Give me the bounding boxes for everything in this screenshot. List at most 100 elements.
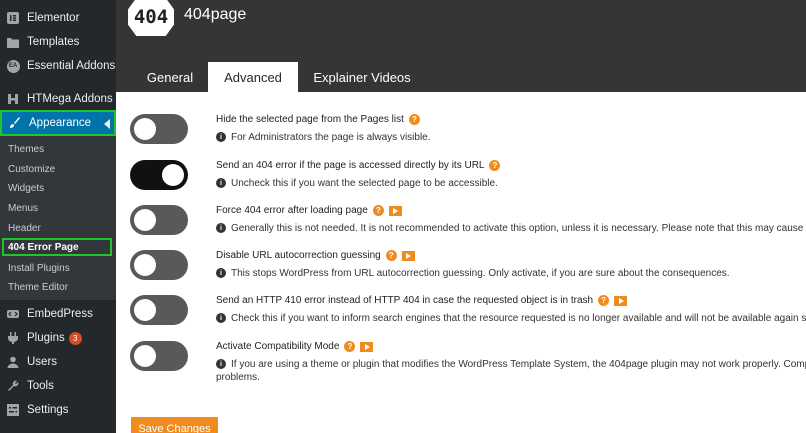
submenu-item-widgets[interactable]: Widgets xyxy=(8,183,44,194)
wrench-icon xyxy=(6,379,20,393)
setting-title: Send an 404 error if the page is accesse… xyxy=(216,160,501,171)
setting-description: i Check this if you want to inform search… xyxy=(216,312,806,325)
help-icon[interactable]: ? xyxy=(344,341,356,352)
sidebar-item-essential-addons[interactable]: EA Essential Addons xyxy=(0,54,116,78)
sidebar-item-label: Settings xyxy=(27,404,69,416)
setting-description-text: Uncheck this if you want the selected pa… xyxy=(231,178,498,189)
info-icon: i xyxy=(216,359,226,369)
sidebar-item-tools[interactable]: Tools xyxy=(0,374,116,398)
help-icon[interactable]: ? xyxy=(385,250,397,261)
tab-explainer-videos[interactable]: Explainer Videos xyxy=(304,62,420,92)
setting-title: Disable URL autocorrection guessing? xyxy=(216,250,415,261)
toggle-knob xyxy=(134,209,156,231)
info-icon: i xyxy=(216,223,226,233)
setting-description: i If you are using a theme or plugin that… xyxy=(216,358,806,371)
video-icon[interactable] xyxy=(360,341,374,352)
setting-description-text: If you are using a theme or plugin that … xyxy=(231,359,806,370)
setting-title-text: Hide the selected page from the Pages li… xyxy=(216,114,404,125)
sidebar-item-embedpress[interactable]: EmbedPress xyxy=(0,302,116,326)
setting-description-text: Generally this is not needed. It is not … xyxy=(231,223,806,234)
help-icon[interactable]: ? xyxy=(598,295,610,306)
plugin-header: 404 404page General Advanced Explainer V… xyxy=(116,0,806,92)
send-404-direct-toggle[interactable] xyxy=(130,160,188,190)
htmega-icon xyxy=(6,92,20,106)
sidebar-item-users[interactable]: Users xyxy=(0,350,116,374)
setting-description-text: For Administrators the page is always vi… xyxy=(231,132,431,143)
user-icon xyxy=(6,355,20,369)
update-count-badge: 3 xyxy=(68,331,82,345)
settings-icon xyxy=(6,403,20,417)
admin-sidebar: Elementor Templates EA Essential Addons … xyxy=(0,0,116,433)
settings-panel: Hide the selected page from the Pages li… xyxy=(116,92,806,433)
sidebar-item-label: Tools xyxy=(27,380,54,392)
disable-autocorrection-toggle[interactable] xyxy=(130,250,188,280)
setting-title-text: Send an 404 error if the page is accesse… xyxy=(216,160,485,171)
sidebar-item-label: Users xyxy=(27,356,58,368)
http-410-toggle[interactable] xyxy=(130,295,188,325)
sidebar-item-label: Templates xyxy=(27,36,80,48)
submenu-item-menus[interactable]: Menus xyxy=(8,203,38,214)
setting-title: Send an HTTP 410 error instead of HTTP 4… xyxy=(216,295,628,306)
404page-logo: 404 xyxy=(128,0,174,36)
help-icon[interactable]: ? xyxy=(408,114,420,125)
setting-description: i For Administrators the page is always v… xyxy=(216,131,431,144)
setting-title: Hide the selected page from the Pages li… xyxy=(216,114,420,125)
submenu-item-install-plugins[interactable]: Install Plugins xyxy=(8,263,70,274)
submenu-item-themes[interactable]: Themes xyxy=(8,144,44,155)
sidebar-item-plugins[interactable]: Plugins 3 xyxy=(0,326,116,350)
setting-title-text: Activate Compatibility Mode xyxy=(216,341,340,352)
elementor-icon xyxy=(6,11,20,25)
toggle-knob xyxy=(134,118,156,140)
setting-description: i Uncheck this if you want the selected p… xyxy=(216,177,498,190)
help-icon[interactable]: ? xyxy=(372,205,384,216)
setting-description: i This stops WordPress from URL autocorre… xyxy=(216,267,730,280)
submenu-item-header[interactable]: Header xyxy=(8,223,41,234)
tab-general[interactable]: General xyxy=(136,62,204,92)
toggle-knob xyxy=(134,345,156,367)
appearance-submenu: Themes Customize Widgets Menus Header 40… xyxy=(0,136,116,300)
setting-description-text: This stops WordPress from URL autocorrec… xyxy=(231,268,730,279)
submenu-item-customize[interactable]: Customize xyxy=(8,164,55,175)
ea-icon: EA xyxy=(6,59,20,73)
page-title: 404page xyxy=(184,6,247,23)
toggle-knob xyxy=(134,299,156,321)
sidebar-item-htmega-addons[interactable]: HTMega Addons xyxy=(0,87,116,111)
embedpress-icon xyxy=(6,307,20,321)
video-icon[interactable] xyxy=(388,205,402,216)
setting-description-continued: problems. xyxy=(216,372,260,383)
plug-icon xyxy=(6,331,20,345)
video-icon[interactable] xyxy=(401,250,415,261)
toggle-knob xyxy=(134,254,156,276)
setting-title-text: Send an HTTP 410 error instead of HTTP 4… xyxy=(216,295,594,306)
setting-title: Force 404 error after loading page? xyxy=(216,205,402,216)
folder-icon xyxy=(6,35,20,49)
sidebar-item-label: Elementor xyxy=(27,12,80,24)
sidebar-item-label: Plugins xyxy=(27,332,65,344)
hide-page-toggle[interactable] xyxy=(130,114,188,144)
setting-title: Activate Compatibility Mode? xyxy=(216,341,374,352)
info-icon: i xyxy=(216,268,226,278)
sidebar-item-templates[interactable]: Templates xyxy=(0,30,116,54)
setting-description-text: Check this if you want to inform search … xyxy=(231,313,806,324)
setting-title-text: Force 404 error after loading page xyxy=(216,205,368,216)
video-icon[interactable] xyxy=(614,295,628,306)
save-changes-button[interactable]: Save Changes xyxy=(131,417,218,433)
info-icon: i xyxy=(216,132,226,142)
tab-advanced[interactable]: Advanced xyxy=(208,62,298,92)
sidebar-item-appearance[interactable]: Appearance xyxy=(0,110,116,136)
toggle-knob xyxy=(162,164,184,186)
submenu-item-404-error-page[interactable]: 404 Error Page xyxy=(2,238,112,256)
sidebar-item-label: Essential Addons xyxy=(27,60,116,72)
sidebar-item-label: EmbedPress xyxy=(27,308,93,320)
sidebar-item-label: HTMega Addons xyxy=(27,93,113,105)
force-404-toggle[interactable] xyxy=(130,205,188,235)
submenu-item-theme-editor[interactable]: Theme Editor xyxy=(8,282,68,293)
info-icon: i xyxy=(216,313,226,323)
setting-title-text: Disable URL autocorrection guessing xyxy=(216,250,381,261)
sidebar-item-settings[interactable]: Settings xyxy=(0,398,116,422)
help-icon[interactable]: ? xyxy=(489,160,501,171)
sidebar-item-elementor[interactable]: Elementor xyxy=(0,6,116,30)
compatibility-mode-toggle[interactable] xyxy=(130,341,188,371)
paintbrush-icon xyxy=(8,116,22,130)
current-menu-arrow-icon xyxy=(104,119,110,129)
